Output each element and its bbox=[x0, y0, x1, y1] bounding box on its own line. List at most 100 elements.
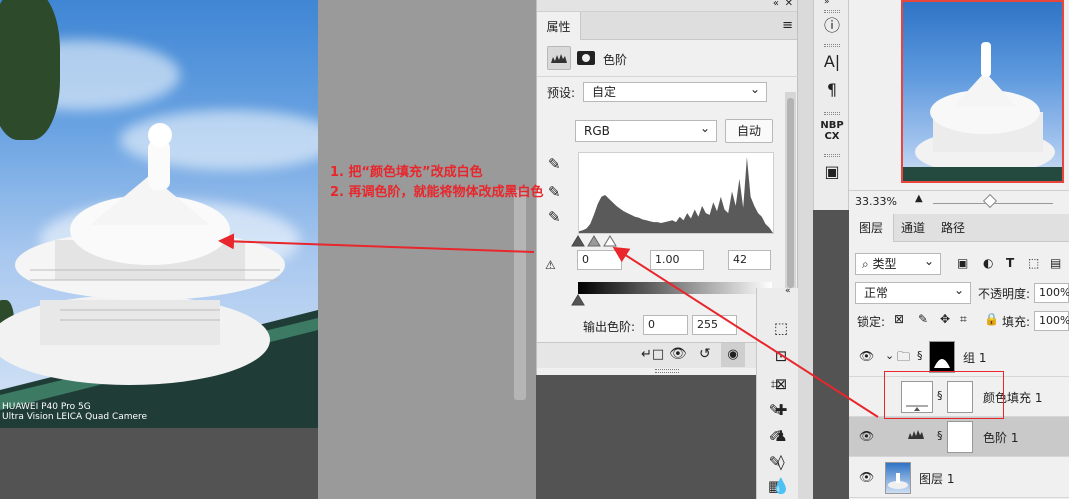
filter-smart-icon[interactable]: ▤ bbox=[1050, 256, 1061, 270]
mask-icon[interactable] bbox=[577, 51, 595, 65]
gray-eyedropper-icon[interactable]: ✎ bbox=[548, 183, 561, 201]
lock-all-icon[interactable]: 🔒 bbox=[984, 312, 999, 326]
histogram bbox=[578, 152, 774, 234]
levels-header: 色阶 bbox=[547, 46, 787, 72]
preset-select[interactable]: 自定 bbox=[583, 80, 767, 102]
panel-topbar: « ✕ bbox=[537, 0, 797, 12]
warning-clip-icon[interactable]: ⚠ bbox=[545, 258, 556, 272]
histogram-area bbox=[579, 157, 773, 233]
expand-chevron-icon[interactable]: ⌄ bbox=[885, 349, 894, 362]
dock-separator bbox=[798, 0, 813, 499]
folder-icon: 🗀 bbox=[897, 350, 911, 365]
opacity-label: 不透明度: bbox=[978, 287, 1031, 301]
lock-image-icon[interactable]: ✎ bbox=[918, 312, 928, 326]
tab-channels[interactable]: 通道 bbox=[891, 214, 935, 242]
canvas-scrollbar[interactable] bbox=[514, 190, 526, 400]
lock-position-icon[interactable]: ✥ bbox=[940, 312, 950, 326]
layer-name: 图层 1 bbox=[919, 472, 955, 486]
mini-collapse-icon[interactable]: » bbox=[824, 0, 830, 7]
filter-shape-icon[interactable]: ⬚ bbox=[1028, 256, 1039, 270]
white-eyedropper-icon[interactable]: ✎ bbox=[548, 208, 561, 226]
temple-illustration bbox=[0, 123, 318, 428]
nbpcx-icon[interactable]: NBP CX bbox=[814, 120, 850, 142]
clip-to-layer-icon[interactable]: ↵□ bbox=[641, 347, 664, 362]
watermark-line-1: HUAWEI P40 Pro 5G bbox=[2, 402, 91, 412]
fill-field[interactable]: 100% bbox=[1034, 311, 1069, 331]
panel-resize-grip[interactable] bbox=[655, 369, 679, 373]
zoom-out-icon[interactable]: ▲ bbox=[915, 193, 923, 204]
zoom-slider-thumb[interactable] bbox=[982, 193, 998, 209]
navigator-zoom-row: 33.33% ▲ bbox=[849, 190, 1069, 212]
collapse-icon[interactable]: « bbox=[773, 0, 779, 9]
output-white-field[interactable]: 255 bbox=[692, 315, 737, 335]
auto-button[interactable]: 自动 bbox=[725, 119, 773, 143]
filter-adjustment-icon[interactable]: ◐ bbox=[983, 256, 993, 270]
input-white-field[interactable]: 42 bbox=[728, 250, 771, 270]
tab-layers[interactable]: 图层 bbox=[849, 214, 895, 242]
input-level-sliders[interactable] bbox=[570, 234, 790, 248]
lasso-tool-icon[interactable]: ⊡ bbox=[771, 346, 791, 366]
layers-tabbar: 图层 通道 路径 bbox=[849, 214, 1069, 242]
levels-adjustment-icon[interactable] bbox=[547, 46, 571, 70]
stamp-tool-icon[interactable]: ♟ bbox=[771, 426, 791, 446]
layer-row-levels[interactable]: 👁 § 色阶 1 bbox=[849, 417, 1069, 457]
link-icon[interactable]: § bbox=[937, 429, 943, 442]
paragraph-icon[interactable]: ¶ bbox=[814, 80, 850, 99]
channel-select[interactable]: RGB bbox=[575, 118, 717, 142]
histogram-chart bbox=[579, 157, 773, 233]
blend-mode-select[interactable]: 正常 bbox=[855, 280, 971, 304]
visibility-icon[interactable]: ◉ bbox=[721, 343, 745, 367]
layer-name: 组 1 bbox=[963, 351, 987, 365]
reset-icon[interactable]: ↺ bbox=[699, 346, 711, 362]
healing-tool-icon[interactable]: ✚ bbox=[771, 400, 791, 420]
group-mask-thumbnail[interactable] bbox=[929, 341, 955, 373]
zoom-value[interactable]: 33.33% bbox=[855, 195, 897, 208]
navigator-image bbox=[903, 42, 1062, 181]
lock-artboard-icon[interactable]: ⌗ bbox=[960, 312, 967, 327]
tab-paths[interactable]: 路径 bbox=[931, 214, 975, 242]
menu-icon[interactable]: ≡ bbox=[782, 18, 793, 33]
fill-label: 填充: bbox=[1002, 315, 1031, 329]
layer-filter-select[interactable]: ⌕ 类型 bbox=[855, 251, 941, 275]
levels-mask-thumbnail[interactable] bbox=[947, 421, 973, 453]
close-icon[interactable]: ✕ bbox=[785, 0, 793, 9]
annotation-line-2: 2. 再调色阶，就能将物体改成黑白色 bbox=[330, 185, 544, 200]
blur-tool-icon[interactable]: 💧 bbox=[771, 476, 791, 496]
layer-name: 色阶 1 bbox=[983, 431, 1019, 445]
filter-pixel-icon[interactable]: ▣ bbox=[957, 256, 968, 270]
eye-icon[interactable]: 👁 bbox=[859, 429, 875, 443]
black-eyedropper-icon[interactable]: ✎ bbox=[548, 155, 561, 173]
eraser-tool-icon[interactable]: ◊ bbox=[771, 452, 791, 472]
camera-watermark: HUAWEI P40 Pro 5G Ultra Vision LEICA Qua… bbox=[2, 402, 147, 422]
info-icon[interactable]: ⓘ bbox=[814, 12, 850, 36]
link-icon[interactable]: § bbox=[917, 349, 923, 362]
properties-panel-icon[interactable]: ▣ bbox=[814, 162, 850, 181]
input-black-field[interactable]: 0 bbox=[577, 250, 622, 270]
filter-type-icon[interactable]: T bbox=[1006, 256, 1014, 270]
highlight-box bbox=[884, 371, 1004, 419]
canvas-photo: HUAWEI P40 Pro 5G Ultra Vision LEICA Qua… bbox=[0, 0, 318, 428]
output-black-field[interactable]: 0 bbox=[643, 315, 688, 335]
frame-tool-icon[interactable]: ⊠ bbox=[771, 374, 791, 394]
tab-properties[interactable]: 属性 bbox=[537, 12, 581, 40]
eye-icon[interactable]: 👁 bbox=[859, 349, 875, 363]
image-layer-thumbnail[interactable] bbox=[885, 462, 911, 494]
annotation-line-1: 1. 把“颜色填充”改成白色 bbox=[330, 165, 483, 180]
properties-tabrow: 属性 ≡ bbox=[537, 12, 797, 40]
view-previous-icon[interactable]: 👁 bbox=[669, 346, 687, 362]
tools-panel: « ⬚ ⊡ ⌗ ⊠ ✎ ✚ ✐ ♟ ✎ ◊ ▦ 💧 bbox=[756, 286, 798, 499]
mini-panels: » ⓘ A| ¶ NBP CX ▣ bbox=[813, 0, 849, 210]
opacity-field[interactable]: 100% bbox=[1034, 283, 1069, 303]
levels-layer-icon bbox=[907, 428, 927, 443]
lock-transparent-icon[interactable]: ⊠ bbox=[894, 312, 904, 326]
input-gamma-field[interactable]: 1.00 bbox=[650, 250, 704, 270]
eye-icon[interactable]: 👁 bbox=[859, 470, 875, 484]
lock-label: 锁定: bbox=[857, 315, 886, 329]
layer-row-image[interactable]: 👁 图层 1 bbox=[849, 458, 1069, 498]
marquee-tool-icon[interactable]: ⬚ bbox=[771, 318, 791, 338]
navigator-thumbnail[interactable] bbox=[901, 0, 1064, 183]
tools-collapse-icon[interactable]: « bbox=[785, 286, 791, 296]
output-label: 输出色阶: bbox=[583, 320, 636, 334]
tutorial-annotation: 1. 把“颜色填充”改成白色 2. 再调色阶，就能将物体改成黑白色 bbox=[330, 163, 544, 203]
character-icon[interactable]: A| bbox=[814, 52, 850, 71]
